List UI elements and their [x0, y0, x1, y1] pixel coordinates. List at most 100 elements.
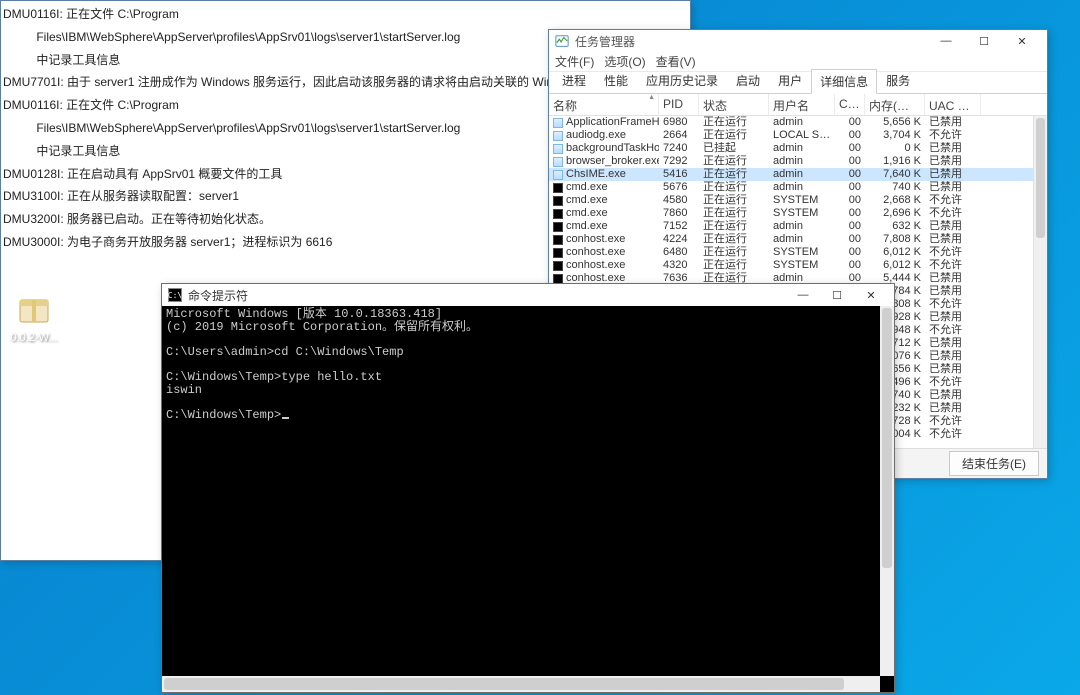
scroll-thumb[interactable] [882, 308, 892, 568]
cmd-line: C:\Windows\Temp> [166, 409, 890, 422]
cell-user: admin [769, 155, 835, 168]
close-button[interactable]: ✕ [1003, 31, 1041, 51]
cell-mem: 7,808 K [865, 233, 925, 246]
cell-uac: 已禁用 [925, 389, 981, 402]
cell-cpu: 00 [835, 233, 865, 246]
tab-服务[interactable]: 服务 [877, 68, 919, 93]
tab-启动[interactable]: 启动 [727, 68, 769, 93]
col-status[interactable]: 状态 [699, 94, 769, 115]
cell-uac: 已禁用 [925, 363, 981, 376]
cell-mem: 2,696 K [865, 207, 925, 220]
vertical-scrollbar[interactable] [1033, 116, 1047, 448]
cmd-titlebar[interactable]: C:\ 命令提示符 — ☐ ✕ [162, 284, 894, 306]
cell-cpu: 00 [835, 116, 865, 129]
process-row[interactable]: cmd.exe4580正在运行SYSTEM002,668 K不允许 [549, 194, 1047, 207]
col-user[interactable]: 用户名 [769, 94, 835, 115]
process-row[interactable]: ApplicationFrameH...6980正在运行admin005,656… [549, 116, 1047, 129]
cell-name: cmd.exe [549, 181, 659, 194]
cell-cpu: 00 [835, 181, 865, 194]
cmd-horizontal-scrollbar[interactable] [162, 676, 880, 692]
cell-uac: 已禁用 [925, 311, 981, 324]
minimize-button[interactable]: — [927, 31, 965, 51]
process-icon [553, 196, 563, 206]
cell-uac: 不允许 [925, 415, 981, 428]
cell-uac: 不允许 [925, 129, 981, 142]
cell-uac: 已禁用 [925, 233, 981, 246]
desktop-icon-package[interactable]: 0.0.2-W... [3, 290, 65, 344]
cell-mem: 2,668 K [865, 194, 925, 207]
cell-cpu: 00 [835, 207, 865, 220]
col-cpu[interactable]: CPU [835, 94, 865, 115]
process-row[interactable]: conhost.exe4224正在运行admin007,808 K已禁用 [549, 233, 1047, 246]
col-mem[interactable]: 内存(活动的... [865, 94, 925, 115]
cmd-minimize-button[interactable]: — [786, 285, 820, 305]
cell-name: conhost.exe [549, 233, 659, 246]
cmd-window[interactable]: C:\ 命令提示符 — ☐ ✕ Microsoft Windows [版本 10… [161, 283, 895, 693]
cell-pid: 6980 [659, 116, 699, 129]
process-header-row[interactable]: 名称▲ PID 状态 用户名 CPU 内存(活动的... UAC 虚拟化 [549, 94, 1047, 116]
cmd-close-button[interactable]: ✕ [854, 285, 888, 305]
cell-user: admin [769, 233, 835, 246]
cell-user: admin [769, 116, 835, 129]
process-row[interactable]: audiodg.exe2664正在运行LOCAL SER...003,704 K… [549, 129, 1047, 142]
cell-mem: 7,640 K [865, 168, 925, 181]
tab-进程[interactable]: 进程 [553, 68, 595, 93]
process-icon [553, 183, 563, 193]
process-icon [553, 248, 563, 258]
end-task-button[interactable]: 结束任务(E) [949, 451, 1039, 476]
log-line: DMU0116I: 正在文件 C:\Program [3, 3, 688, 26]
cell-uac: 已禁用 [925, 116, 981, 129]
maximize-button[interactable]: ☐ [965, 31, 1003, 51]
process-row[interactable]: conhost.exe6480正在运行SYSTEM006,012 K不允许 [549, 246, 1047, 259]
process-row[interactable]: ChsIME.exe5416正在运行admin007,640 K已禁用 [549, 168, 1047, 181]
col-uac[interactable]: UAC 虚拟化 [925, 94, 981, 115]
cell-status: 正在运行 [699, 207, 769, 220]
task-manager-icon [555, 34, 569, 48]
cmd-vertical-scrollbar[interactable] [880, 306, 894, 676]
tab-应用历史记录[interactable]: 应用历史记录 [637, 68, 727, 93]
cell-uac: 不允许 [925, 376, 981, 389]
cell-name: conhost.exe [549, 246, 659, 259]
cell-cpu: 00 [835, 129, 865, 142]
process-row[interactable]: browser_broker.exe7292正在运行admin001,916 K… [549, 155, 1047, 168]
process-row[interactable]: cmd.exe7152正在运行admin00632 K已禁用 [549, 220, 1047, 233]
cell-uac: 已禁用 [925, 337, 981, 350]
cell-mem: 5,656 K [865, 116, 925, 129]
cell-pid: 7152 [659, 220, 699, 233]
process-icon [553, 157, 563, 167]
cell-user: SYSTEM [769, 207, 835, 220]
scroll-thumb[interactable] [1036, 118, 1045, 238]
scroll-thumb[interactable] [164, 678, 844, 690]
tab-用户[interactable]: 用户 [769, 68, 811, 93]
cell-pid: 7860 [659, 207, 699, 220]
col-name[interactable]: 名称▲ [549, 94, 659, 115]
cell-uac: 已禁用 [925, 142, 981, 155]
process-icon [553, 118, 563, 128]
cell-uac: 已禁用 [925, 168, 981, 181]
process-icon [553, 261, 563, 271]
process-row[interactable]: backgroundTaskHo...7240已挂起admin000 K已禁用 [549, 142, 1047, 155]
cmd-maximize-button[interactable]: ☐ [820, 285, 854, 305]
cell-status: 正在运行 [699, 129, 769, 142]
tab-详细信息[interactable]: 详细信息 [811, 69, 877, 94]
cell-mem: 1,916 K [865, 155, 925, 168]
process-row[interactable]: cmd.exe7860正在运行SYSTEM002,696 K不允许 [549, 207, 1047, 220]
cursor [282, 417, 289, 419]
process-icon [553, 222, 563, 232]
cell-user: admin [769, 168, 835, 181]
cell-user: admin [769, 142, 835, 155]
cell-name: cmd.exe [549, 220, 659, 233]
cell-mem: 632 K [865, 220, 925, 233]
cmd-console[interactable]: Microsoft Windows [版本 10.0.18363.418](c)… [162, 306, 894, 692]
cell-mem: 6,012 K [865, 246, 925, 259]
col-pid[interactable]: PID [659, 94, 699, 115]
task-manager-titlebar[interactable]: 任务管理器 — ☐ ✕ [549, 30, 1047, 52]
cell-cpu: 00 [835, 168, 865, 181]
cell-uac: 不允许 [925, 428, 981, 441]
process-row[interactable]: conhost.exe4320正在运行SYSTEM006,012 K不允许 [549, 259, 1047, 272]
cell-status: 正在运行 [699, 116, 769, 129]
tab-性能[interactable]: 性能 [595, 68, 637, 93]
task-manager-tabs[interactable]: 进程性能应用历史记录启动用户详细信息服务 [549, 72, 1047, 94]
process-icon [553, 235, 563, 245]
process-row[interactable]: cmd.exe5676正在运行admin00740 K已禁用 [549, 181, 1047, 194]
